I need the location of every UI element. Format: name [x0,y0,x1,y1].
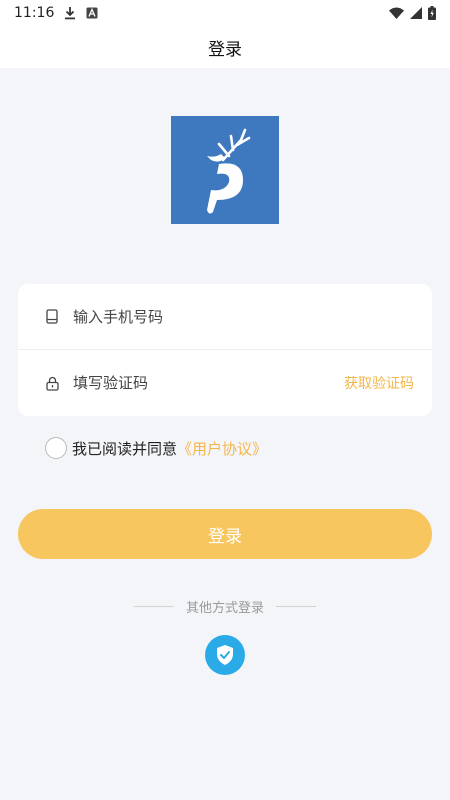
status-right [389,6,436,20]
other-login-label: 其他方式登录 [185,600,264,616]
deer-logo [171,116,279,224]
agreement-text: 我已阅读并同意 [72,439,178,458]
nav-bar: 登录 [0,26,450,68]
shield-login-button[interactable] [205,635,245,675]
phone-input[interactable] [73,307,313,326]
status-left: 11:16 [14,5,98,21]
phone-row [18,284,432,350]
status-bar: 11:16 [0,0,450,26]
signal-icon [410,7,422,19]
wifi-icon [389,7,404,19]
user-agreement-link[interactable]: 《用户协议》 [177,438,267,459]
login-form: 获取验证码 [18,284,432,416]
lock-icon [45,375,59,391]
divider-left [133,605,174,607]
other-login-divider: 其他方式登录 [0,597,450,616]
page-title: 登录 [208,39,242,60]
phone-icon [45,309,59,325]
divider-right [276,605,316,607]
shield-check-icon [215,644,235,666]
login-button[interactable]: 登录 [18,509,432,559]
text-a-icon [86,7,98,19]
agreement-row: 我已阅读并同意 《用户协议》 [45,437,267,459]
code-row: 获取验证码 [18,350,432,416]
get-code-button[interactable]: 获取验证码 [344,373,414,393]
status-time: 11:16 [14,5,55,21]
battery-icon [428,6,436,20]
download-icon [64,6,76,20]
agreement-checkbox[interactable] [45,437,67,459]
verification-code-input[interactable] [73,374,313,392]
